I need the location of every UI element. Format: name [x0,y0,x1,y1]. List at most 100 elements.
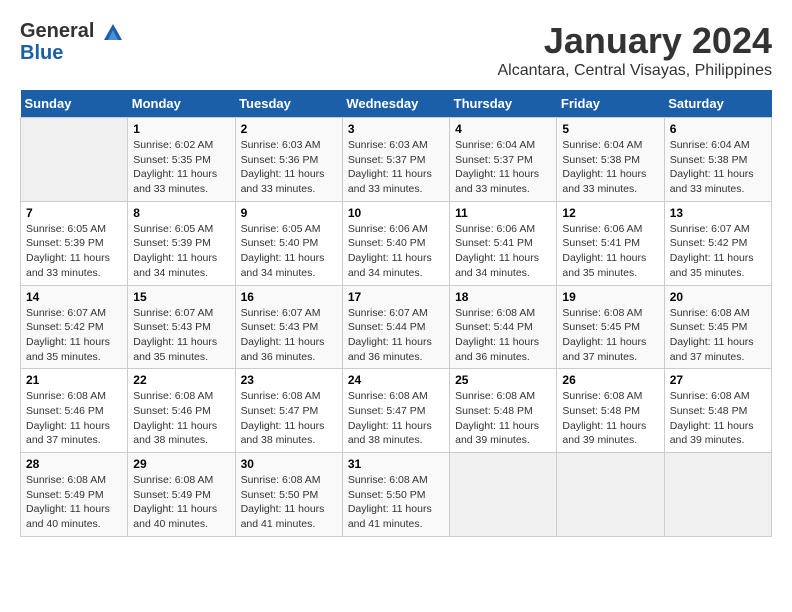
day-number: 5 [562,122,658,136]
day-number: 11 [455,206,551,220]
day-header-friday: Friday [557,90,664,118]
calendar-cell: 18 Sunrise: 6:08 AMSunset: 5:44 PMDayligh… [450,285,557,369]
day-number: 24 [348,373,444,387]
day-number: 19 [562,290,658,304]
day-info: Sunrise: 6:06 AMSunset: 5:40 PMDaylight:… [348,222,444,281]
day-header-thursday: Thursday [450,90,557,118]
day-header-wednesday: Wednesday [342,90,449,118]
day-number: 22 [133,373,229,387]
day-number: 17 [348,290,444,304]
day-header-saturday: Saturday [664,90,771,118]
logo: General Blue [20,20,124,65]
day-number: 9 [241,206,337,220]
day-info: Sunrise: 6:05 AMSunset: 5:39 PMDaylight:… [133,222,229,281]
calendar-cell: 16 Sunrise: 6:07 AMSunset: 5:43 PMDayligh… [235,285,342,369]
day-info: Sunrise: 6:04 AMSunset: 5:38 PMDaylight:… [562,138,658,197]
day-info: Sunrise: 6:08 AMSunset: 5:49 PMDaylight:… [26,473,122,532]
calendar-cell: 27 Sunrise: 6:08 AMSunset: 5:48 PMDayligh… [664,369,771,453]
day-number: 25 [455,373,551,387]
day-info: Sunrise: 6:05 AMSunset: 5:40 PMDaylight:… [241,222,337,281]
day-header-sunday: Sunday [21,90,128,118]
day-info: Sunrise: 6:08 AMSunset: 5:47 PMDaylight:… [348,389,444,448]
day-number: 20 [670,290,766,304]
day-number: 4 [455,122,551,136]
calendar-cell: 19 Sunrise: 6:08 AMSunset: 5:45 PMDayligh… [557,285,664,369]
day-header-monday: Monday [128,90,235,118]
day-number: 10 [348,206,444,220]
logo-blue: Blue [20,42,124,65]
calendar-cell: 22 Sunrise: 6:08 AMSunset: 5:46 PMDayligh… [128,369,235,453]
day-number: 28 [26,457,122,471]
day-info: Sunrise: 6:08 AMSunset: 5:50 PMDaylight:… [241,473,337,532]
day-info: Sunrise: 6:06 AMSunset: 5:41 PMDaylight:… [455,222,551,281]
day-info: Sunrise: 6:08 AMSunset: 5:48 PMDaylight:… [455,389,551,448]
title-area: January 2024 Alcantara, Central Visayas,… [497,20,772,80]
calendar-cell: 7 Sunrise: 6:05 AMSunset: 5:39 PMDaylight… [21,201,128,285]
day-number: 13 [670,206,766,220]
calendar-cell: 5 Sunrise: 6:04 AMSunset: 5:38 PMDaylight… [557,118,664,202]
day-info: Sunrise: 6:02 AMSunset: 5:35 PMDaylight:… [133,138,229,197]
day-info: Sunrise: 6:07 AMSunset: 5:43 PMDaylight:… [241,306,337,365]
day-number: 21 [26,373,122,387]
calendar-cell: 17Sunrise: 6:07 AMSunset: 5:44 PMDayligh… [342,285,449,369]
calendar-cell: 6 Sunrise: 6:04 AMSunset: 5:38 PMDaylight… [664,118,771,202]
calendar-cell: 12Sunrise: 6:06 AMSunset: 5:41 PMDayligh… [557,201,664,285]
calendar-cell: 8 Sunrise: 6:05 AMSunset: 5:39 PMDaylight… [128,201,235,285]
day-number: 18 [455,290,551,304]
calendar-body: 1 Sunrise: 6:02 AMSunset: 5:35 PMDaylight… [21,118,772,537]
logo-general: General [20,20,94,42]
calendar-cell: 3 Sunrise: 6:03 AMSunset: 5:37 PMDaylight… [342,118,449,202]
calendar-header-row: SundayMondayTuesdayWednesdayThursdayFrid… [21,90,772,118]
calendar-cell: 1 Sunrise: 6:02 AMSunset: 5:35 PMDaylight… [128,118,235,202]
calendar-cell: 26 Sunrise: 6:08 AMSunset: 5:48 PMDayligh… [557,369,664,453]
day-info: Sunrise: 6:04 AMSunset: 5:38 PMDaylight:… [670,138,766,197]
day-number: 8 [133,206,229,220]
calendar-cell [450,453,557,537]
calendar-cell: 29 Sunrise: 6:08 AMSunset: 5:49 PMDayligh… [128,453,235,537]
day-number: 16 [241,290,337,304]
calendar-cell [557,453,664,537]
day-info: Sunrise: 6:08 AMSunset: 5:45 PMDaylight:… [562,306,658,365]
day-number: 1 [133,122,229,136]
calendar-table: SundayMondayTuesdayWednesdayThursdayFrid… [20,90,772,537]
calendar-week-row: 7 Sunrise: 6:05 AMSunset: 5:39 PMDaylight… [21,201,772,285]
day-number: 15 [133,290,229,304]
location-title: Alcantara, Central Visayas, Philippines [497,62,772,80]
day-number: 29 [133,457,229,471]
calendar-cell: 4Sunrise: 6:04 AMSunset: 5:37 PMDaylight… [450,118,557,202]
day-header-tuesday: Tuesday [235,90,342,118]
day-info: Sunrise: 6:06 AMSunset: 5:41 PMDaylight:… [562,222,658,281]
day-number: 26 [562,373,658,387]
header: General Blue January 2024 Alcantara, Cen… [20,20,772,80]
day-number: 27 [670,373,766,387]
day-number: 3 [348,122,444,136]
calendar-cell [664,453,771,537]
day-info: Sunrise: 6:07 AMSunset: 5:43 PMDaylight:… [133,306,229,365]
day-info: Sunrise: 6:08 AMSunset: 5:46 PMDaylight:… [133,389,229,448]
calendar-cell: 14Sunrise: 6:07 AMSunset: 5:42 PMDayligh… [21,285,128,369]
month-title: January 2024 [497,20,772,62]
day-number: 14 [26,290,122,304]
calendar-cell: 10 Sunrise: 6:06 AMSunset: 5:40 PMDayligh… [342,201,449,285]
calendar-cell: 15 Sunrise: 6:07 AMSunset: 5:43 PMDayligh… [128,285,235,369]
calendar-cell: 28 Sunrise: 6:08 AMSunset: 5:49 PMDayligh… [21,453,128,537]
day-number: 7 [26,206,122,220]
day-info: Sunrise: 6:08 AMSunset: 5:49 PMDaylight:… [133,473,229,532]
calendar-cell: 25 Sunrise: 6:08 AMSunset: 5:48 PMDayligh… [450,369,557,453]
logo-icon [102,22,124,42]
day-info: Sunrise: 6:08 AMSunset: 5:48 PMDaylight:… [562,389,658,448]
day-info: Sunrise: 6:08 AMSunset: 5:50 PMDaylight:… [348,473,444,532]
calendar-week-row: 21 Sunrise: 6:08 AMSunset: 5:46 PMDayligh… [21,369,772,453]
day-number: 6 [670,122,766,136]
day-info: Sunrise: 6:08 AMSunset: 5:48 PMDaylight:… [670,389,766,448]
day-info: Sunrise: 6:03 AMSunset: 5:37 PMDaylight:… [348,138,444,197]
calendar-week-row: 28 Sunrise: 6:08 AMSunset: 5:49 PMDayligh… [21,453,772,537]
day-number: 31 [348,457,444,471]
day-info: Sunrise: 6:08 AMSunset: 5:44 PMDaylight:… [455,306,551,365]
day-number: 30 [241,457,337,471]
day-number: 2 [241,122,337,136]
calendar-week-row: 1 Sunrise: 6:02 AMSunset: 5:35 PMDaylight… [21,118,772,202]
calendar-cell: 30 Sunrise: 6:08 AMSunset: 5:50 PMDayligh… [235,453,342,537]
day-info: Sunrise: 6:05 AMSunset: 5:39 PMDaylight:… [26,222,122,281]
day-info: Sunrise: 6:08 AMSunset: 5:46 PMDaylight:… [26,389,122,448]
